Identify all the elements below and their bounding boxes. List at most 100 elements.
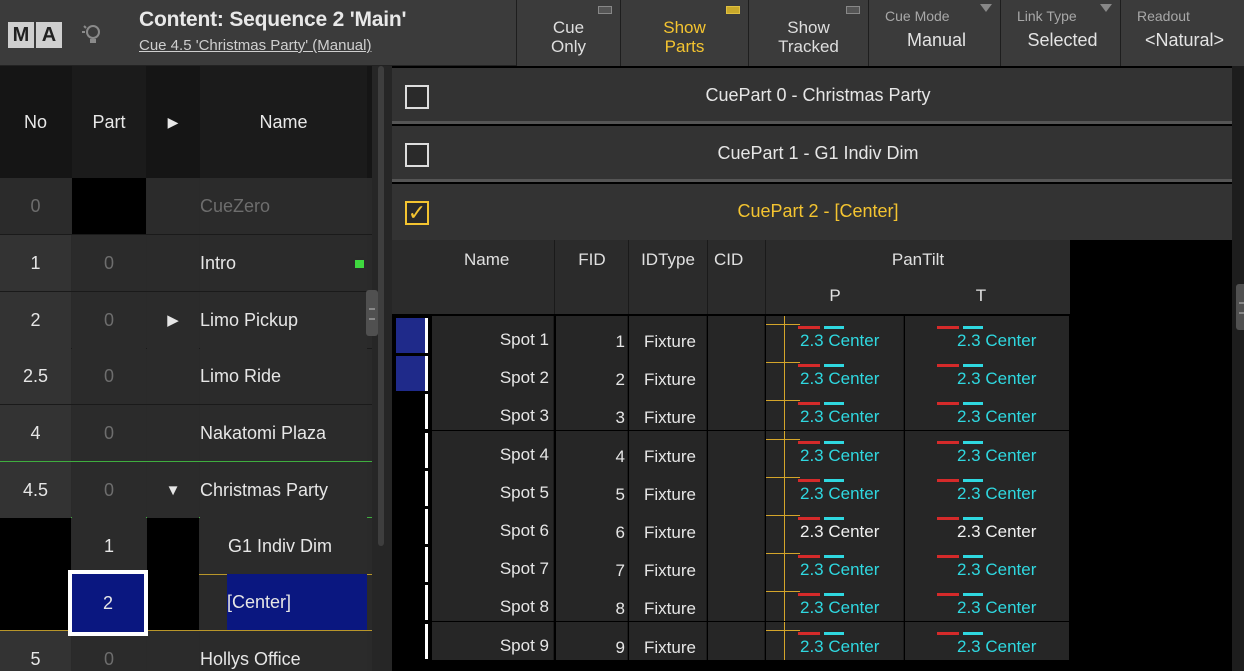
column-header-fixture-name[interactable]: Name xyxy=(432,240,555,314)
column-header-idtype[interactable]: IDType xyxy=(629,240,708,314)
tilt-value-cell[interactable]: 2.3 Center xyxy=(905,622,1069,660)
fixture-id: 9 xyxy=(556,622,628,660)
panel-resize-handle-icon[interactable] xyxy=(1236,284,1244,330)
fixture-name: Spot 2 xyxy=(432,354,554,392)
cue-arrow xyxy=(147,348,199,404)
column-header-part[interactable]: Part xyxy=(72,66,146,178)
fixture-row[interactable]: Spot 9 9 Fixture 2.3 Center 2.3 Center xyxy=(392,622,1069,660)
value-source-bar-icon xyxy=(798,354,850,367)
cue-name: Limo Pickup xyxy=(200,292,367,348)
tilt-value-cell[interactable]: 2.3 Center xyxy=(905,507,1069,545)
fixture-idtype: Fixture xyxy=(629,545,707,583)
cue-only-button[interactable]: Cue Only xyxy=(516,0,620,66)
fixture-cid xyxy=(708,583,765,621)
show-parts-label-2: Parts xyxy=(664,37,705,56)
fixture-row[interactable]: Spot 8 8 Fixture 2.3 Center 2.3 Center xyxy=(392,583,1069,621)
cue-number xyxy=(0,574,71,630)
fixture-color-swatch xyxy=(396,394,428,429)
cue-mode-dropdown[interactable]: Cue Mode Manual xyxy=(868,0,1000,66)
fixture-row[interactable]: Spot 2 2 Fixture 2.3 Center 2.3 Center xyxy=(392,354,1069,392)
window-title: Content: Sequence 2 'Main' xyxy=(139,8,407,31)
link-type-value: Selected xyxy=(1027,30,1098,50)
fixture-name: Spot 3 xyxy=(432,392,554,430)
fixture-row[interactable]: Spot 6 6 Fixture 2.3 Center 2.3 Center xyxy=(392,507,1069,545)
column-header-no[interactable]: No xyxy=(0,66,71,178)
tilt-value-cell[interactable]: 2.3 Center xyxy=(905,583,1069,621)
cuepart-row[interactable]: CuePart 1 - G1 Indiv Dim xyxy=(392,126,1244,182)
cue-row[interactable]: 4.5 0 ▼ Christmas Party xyxy=(0,461,372,518)
cue-row[interactable]: 0 CueZero xyxy=(0,178,372,235)
cue-row[interactable]: 2.5 0 Limo Ride xyxy=(0,348,372,405)
cue-arrow xyxy=(147,631,199,671)
cuepart-label: CuePart 2 - [Center] xyxy=(737,201,899,221)
scrollbar-thumb[interactable] xyxy=(378,66,384,546)
cue-row[interactable]: 1 0 Intro xyxy=(0,235,372,292)
fixture-cid xyxy=(708,316,765,354)
fixture-row[interactable]: Spot 4 4 Fixture 2.3 Center 2.3 Center xyxy=(392,431,1069,469)
cue-list-scrollbar[interactable] xyxy=(372,66,392,671)
cue-name: Hollys Office xyxy=(200,631,367,671)
header-pan-text: P xyxy=(829,286,841,305)
fixture-idtype: Fixture xyxy=(629,583,707,621)
value-source-bar-icon xyxy=(798,392,850,405)
expand-arrow-icon[interactable]: ▶ xyxy=(147,292,199,348)
tilt-value-cell[interactable]: 2.3 Center xyxy=(905,392,1069,430)
fixture-color-swatch xyxy=(396,585,428,620)
cue-row[interactable]: 5 0 Hollys Office xyxy=(0,631,372,671)
tilt-value-cell[interactable]: 2.3 Center xyxy=(905,316,1069,354)
pan-value: 2.3 Center xyxy=(800,560,880,579)
tilt-value: 2.3 Center xyxy=(957,331,1037,350)
fixture-cid xyxy=(708,545,765,583)
value-source-bar-icon xyxy=(798,545,850,558)
column-header-fid[interactable]: FID xyxy=(556,240,629,314)
tilt-value-cell[interactable]: 2.3 Center xyxy=(905,469,1069,507)
cue-name: Limo Ride xyxy=(200,348,367,404)
position-crosshair-icon xyxy=(766,354,800,392)
value-source-bar-icon xyxy=(937,545,989,558)
expand-all-icon[interactable]: ▶ xyxy=(147,66,199,178)
content-scrollbar[interactable] xyxy=(1232,66,1244,671)
tilt-value-cell[interactable]: 2.3 Center xyxy=(905,545,1069,583)
fixture-color-swatch xyxy=(396,624,428,659)
fixture-color-swatch xyxy=(396,547,428,582)
fixture-id: 2 xyxy=(556,354,628,392)
header-cid-text: CID xyxy=(714,250,744,269)
fixture-id: 1 xyxy=(556,316,628,354)
cue-part xyxy=(72,178,146,234)
fixture-row[interactable]: Spot 5 5 Fixture 2.3 Center 2.3 Center xyxy=(392,469,1069,507)
column-header-pantilt[interactable]: PanTilt P T xyxy=(766,240,1070,314)
cue-part: 1 xyxy=(72,518,146,574)
cue-row[interactable]: 1 G1 Indiv Dim xyxy=(0,518,372,575)
value-source-bar-icon xyxy=(798,316,850,329)
panel-resize-handle-icon[interactable] xyxy=(366,290,378,336)
show-parts-button[interactable]: Show Parts xyxy=(620,0,748,66)
tilt-value-cell[interactable]: 2.3 Center xyxy=(905,431,1069,469)
cuepart-label: CuePart 1 - G1 Indiv Dim xyxy=(717,143,919,163)
link-type-dropdown[interactable]: Link Type Selected xyxy=(1000,0,1120,66)
lightbulb-icon[interactable] xyxy=(82,24,102,46)
top-bar: M A Content: Sequence 2 'Main' Cue 4.5 '… xyxy=(0,0,1244,66)
cue-row[interactable]: 2 [Center] xyxy=(0,570,372,636)
cue-name: Nakatomi Plaza xyxy=(200,405,367,461)
fixture-row[interactable]: Spot 7 7 Fixture 2.3 Center 2.3 Center xyxy=(392,545,1069,583)
window-subtitle[interactable]: Cue 4.5 'Christmas Party' (Manual) xyxy=(139,37,371,54)
ma-logo[interactable]: M A xyxy=(8,22,70,48)
value-source-bar-icon xyxy=(798,622,850,635)
readout-dropdown[interactable]: Readout <Natural> xyxy=(1120,0,1244,66)
cue-name: Christmas Party xyxy=(200,462,367,518)
toggle-indicator-icon xyxy=(598,6,612,14)
tilt-value: 2.3 Center xyxy=(957,637,1037,656)
tilt-value-cell[interactable]: 2.3 Center xyxy=(905,354,1069,392)
cue-row[interactable]: 4 0 Nakatomi Plaza xyxy=(0,405,372,462)
collapse-arrow-icon[interactable]: ▼ xyxy=(147,462,199,518)
column-header-name[interactable]: Name xyxy=(200,66,367,178)
column-header-cid[interactable]: CID xyxy=(708,240,766,314)
cue-row[interactable]: 2 0 ▶ Limo Pickup xyxy=(0,292,372,349)
cuepart-row[interactable]: ✓ CuePart 2 - [Center] xyxy=(392,184,1244,240)
fixture-idtype: Fixture xyxy=(629,431,707,469)
cuepart-row[interactable]: CuePart 0 - Christmas Party xyxy=(392,68,1244,124)
fixture-row[interactable]: Spot 1 1 Fixture 2.3 Center 2.3 Center xyxy=(392,316,1069,354)
fixture-idtype: Fixture xyxy=(629,507,707,545)
show-tracked-button[interactable]: Show Tracked xyxy=(748,0,868,66)
fixture-row[interactable]: Spot 3 3 Fixture 2.3 Center 2.3 Center xyxy=(392,392,1069,430)
